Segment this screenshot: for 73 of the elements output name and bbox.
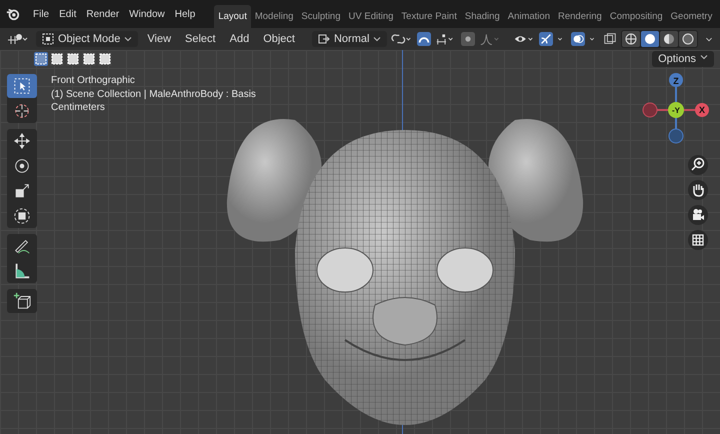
material-shading-button[interactable] — [660, 31, 678, 47]
axis-lines — [656, 86, 696, 130]
menu-item[interactable]: Window — [124, 8, 170, 20]
transform-icon — [13, 207, 31, 225]
wireframe-sphere-icon — [625, 33, 637, 45]
move-icon — [13, 132, 31, 150]
orientation-icon — [318, 33, 330, 45]
selection-mode-button[interactable] — [50, 52, 64, 66]
wireframe-shading-button[interactable] — [622, 31, 640, 47]
cursor-icon — [13, 102, 31, 120]
caret-icon — [373, 35, 382, 43]
mode-dropdown[interactable]: Object Mode — [36, 31, 138, 47]
measure-icon — [13, 262, 31, 280]
scale-icon — [13, 182, 31, 200]
selection-mode-button[interactable] — [98, 52, 112, 66]
viewport-info-text: (1) Scene Collection | MaleAnthroBody : Basis — [51, 88, 256, 101]
selection-mode-button[interactable] — [34, 52, 48, 66]
material-sphere-icon — [663, 33, 675, 45]
dashed-square-icon — [51, 53, 63, 65]
grid-icon[interactable] — [688, 230, 708, 250]
menu-item[interactable]: Help — [170, 8, 200, 20]
negative-x-axis-handle[interactable] — [642, 102, 658, 118]
workspace-tab[interactable]: Animation — [504, 5, 554, 28]
orientation-dropdown[interactable]: Normal — [312, 31, 388, 47]
solid-sphere-icon — [644, 33, 656, 45]
workspace-tab[interactable]: Layout — [214, 5, 251, 28]
proportional-edit-icon[interactable] — [461, 32, 476, 46]
menu-item[interactable]: File — [28, 8, 54, 20]
object-mode-icon — [42, 33, 54, 45]
annotate-icon — [13, 237, 31, 255]
workspace-tab[interactable]: Geometry — [666, 5, 716, 28]
selection-mode-button[interactable] — [66, 52, 80, 66]
solid-shading-button[interactable] — [641, 31, 659, 47]
caret-icon — [700, 53, 708, 61]
dashed-square-icon — [35, 53, 47, 65]
camera-icon[interactable] — [688, 205, 708, 225]
menu-item[interactable]: Render — [81, 8, 124, 20]
y-axis-handle[interactable]: -Y — [668, 102, 684, 118]
rotate-icon — [13, 157, 31, 175]
workspace-tab[interactable]: Sculpting — [297, 5, 345, 28]
workspace-tab[interactable]: Rendering — [554, 5, 606, 28]
caret-icon — [124, 35, 132, 43]
workspace-tab[interactable]: Modeling — [250, 5, 298, 28]
workspace-tab[interactable]: Shading — [460, 5, 504, 28]
header-menu[interactable]: Add — [224, 33, 254, 45]
add-cube-icon — [13, 292, 31, 310]
select-tool-button[interactable] — [7, 74, 37, 98]
dashed-square-icon — [83, 53, 95, 65]
negative-z-axis-handle[interactable] — [668, 128, 684, 144]
rendered-sphere-icon — [682, 33, 694, 45]
header-menu[interactable]: View — [142, 33, 176, 45]
falloff-curve-icon[interactable] — [479, 32, 502, 46]
select-icon — [13, 77, 31, 95]
link-icon[interactable] — [391, 32, 414, 46]
zoom-icon[interactable] — [688, 155, 708, 175]
x-axis-handle[interactable]: X — [695, 103, 709, 117]
menu-item[interactable]: Edit — [54, 8, 82, 20]
dashed-square-icon — [99, 53, 111, 65]
options-dropdown[interactable]: Options — [652, 51, 714, 67]
workspace-tab[interactable]: Compositing — [606, 5, 667, 28]
dashed-square-icon — [67, 53, 79, 65]
workspace-tab[interactable]: Texture Paint — [397, 5, 461, 28]
viewport-info-text: Front Orthographic — [51, 74, 136, 88]
workspace-tab[interactable]: UV Editing — [344, 5, 398, 28]
app-logo-icon[interactable] — [6, 7, 20, 21]
z-axis-handle[interactable]: Z — [669, 73, 683, 87]
viewport-info-text: Centimeters — [51, 101, 106, 114]
rendered-shading-button[interactable] — [679, 31, 697, 47]
hand-icon[interactable] — [688, 180, 708, 200]
snap-icon[interactable] — [417, 32, 432, 46]
header-menu[interactable]: Select — [180, 33, 221, 45]
selection-mode-button[interactable] — [82, 52, 96, 66]
header-menu[interactable]: Object — [258, 33, 300, 45]
